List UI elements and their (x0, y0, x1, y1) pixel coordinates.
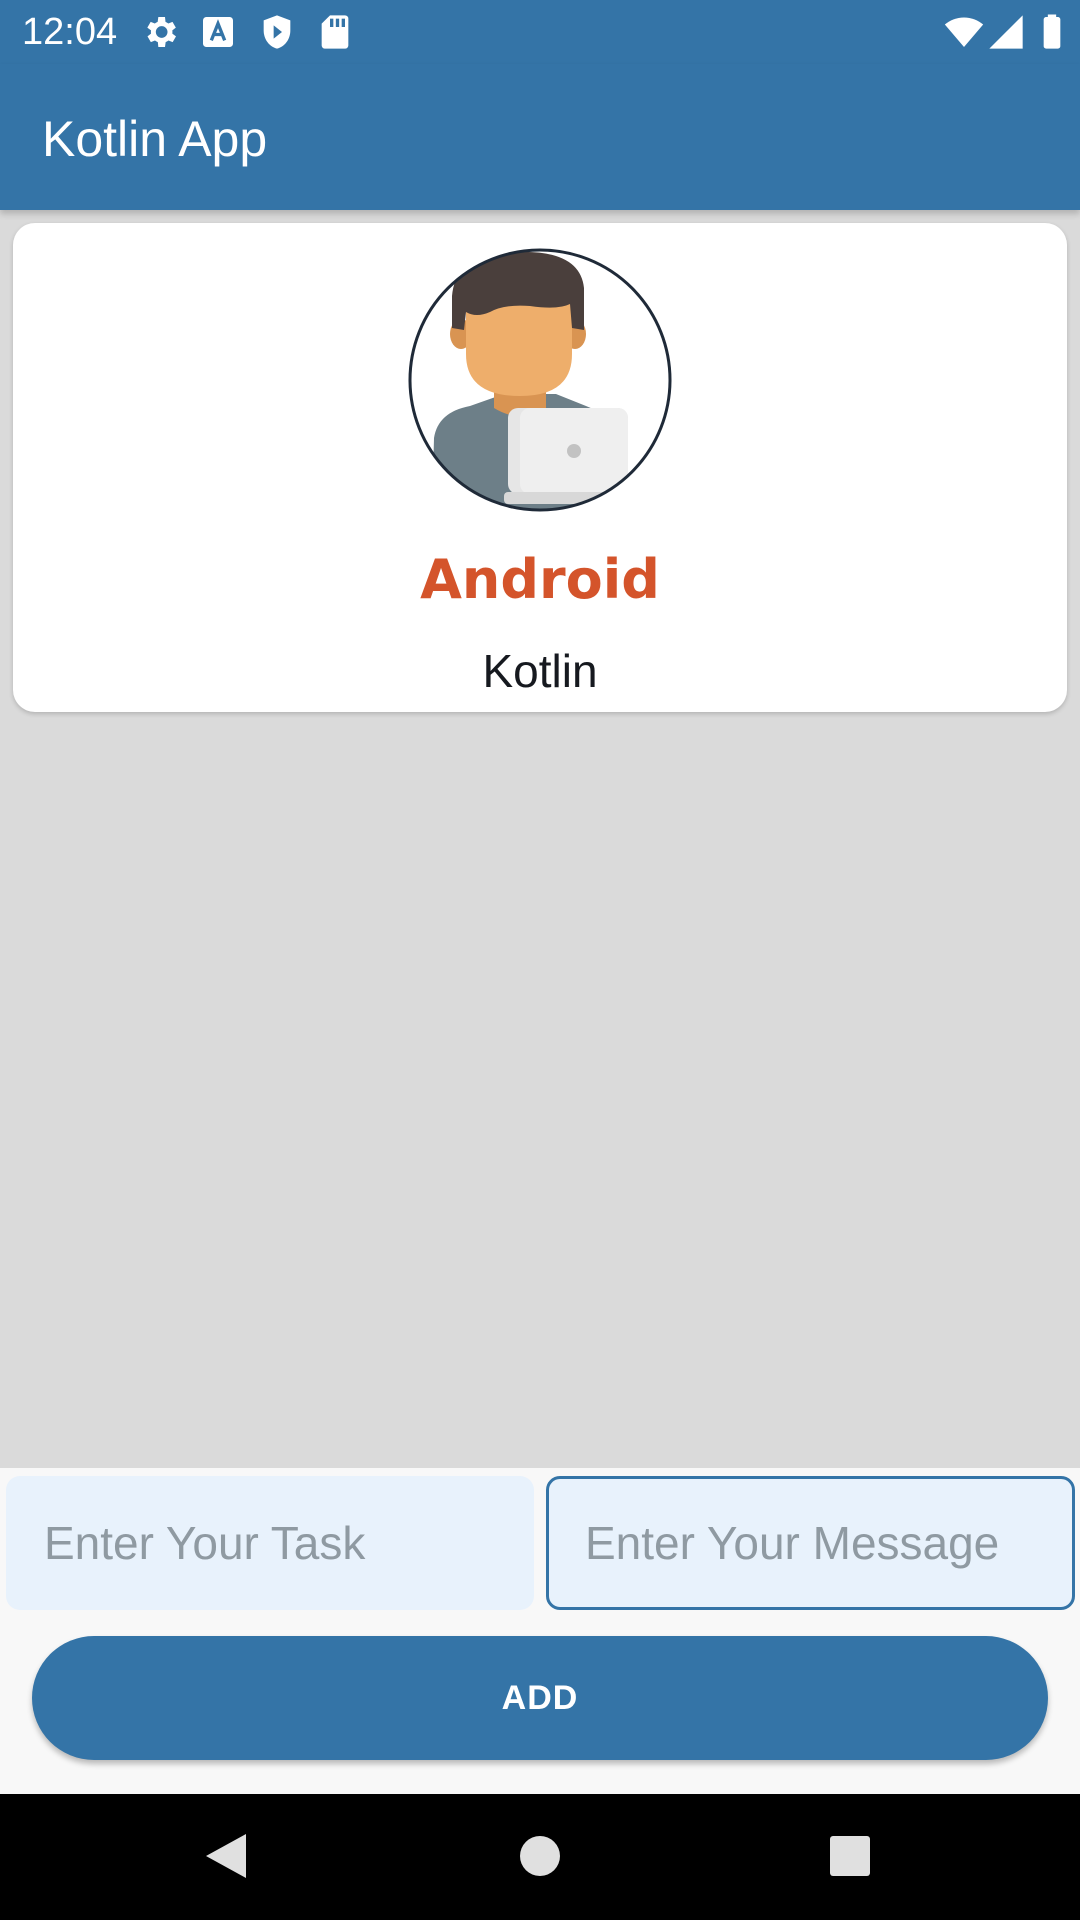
text-a-icon (203, 17, 233, 47)
home-icon[interactable] (508, 1824, 572, 1888)
message-input[interactable] (546, 1476, 1075, 1610)
app-bar: Kotlin App (0, 64, 1080, 210)
avatar (408, 248, 672, 512)
shield-icon (263, 15, 291, 49)
navigation-bar (0, 1794, 1080, 1920)
status-time: 12:04 (22, 11, 118, 53)
input-panel: ADD (0, 1468, 1080, 1794)
app-title: Kotlin App (42, 111, 268, 167)
sd-card-icon (321, 15, 349, 49)
battery-icon (1043, 14, 1061, 49)
profile-card: Android Kotlin (13, 223, 1067, 712)
profile-name: Android (420, 548, 660, 611)
profile-subtitle: Kotlin (482, 645, 598, 697)
recents-icon[interactable] (818, 1824, 882, 1888)
back-icon[interactable] (194, 1824, 258, 1888)
add-button[interactable]: ADD (32, 1636, 1048, 1760)
status-bar: 12:04 (0, 0, 1080, 64)
task-input[interactable] (6, 1476, 534, 1610)
settings-icon (147, 17, 176, 47)
wifi-icon (944, 17, 984, 47)
cellular-signal-icon (989, 15, 1023, 49)
